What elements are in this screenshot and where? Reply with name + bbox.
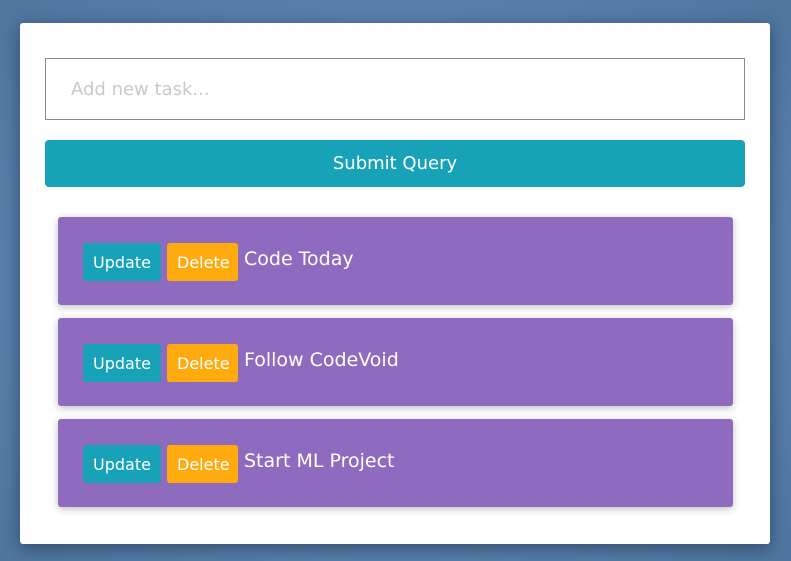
task-item: Update Delete Code Today xyxy=(58,217,733,305)
update-button[interactable]: Update xyxy=(83,344,161,382)
task-text: Follow CodeVoid xyxy=(244,348,399,371)
task-text: Start ML Project xyxy=(244,449,395,472)
new-task-input[interactable] xyxy=(45,58,745,120)
todo-card: Submit Query Update Delete Code Today Up… xyxy=(20,23,770,544)
delete-button[interactable]: Delete xyxy=(167,243,238,281)
task-text: Code Today xyxy=(244,247,354,270)
update-button[interactable]: Update xyxy=(83,243,161,281)
delete-button[interactable]: Delete xyxy=(167,445,238,483)
task-list: Update Delete Code Today Update Delete F… xyxy=(58,217,733,520)
update-button[interactable]: Update xyxy=(83,445,161,483)
submit-button[interactable]: Submit Query xyxy=(45,140,745,187)
task-item: Update Delete Follow CodeVoid xyxy=(58,318,733,406)
delete-button[interactable]: Delete xyxy=(167,344,238,382)
task-item: Update Delete Start ML Project xyxy=(58,419,733,507)
